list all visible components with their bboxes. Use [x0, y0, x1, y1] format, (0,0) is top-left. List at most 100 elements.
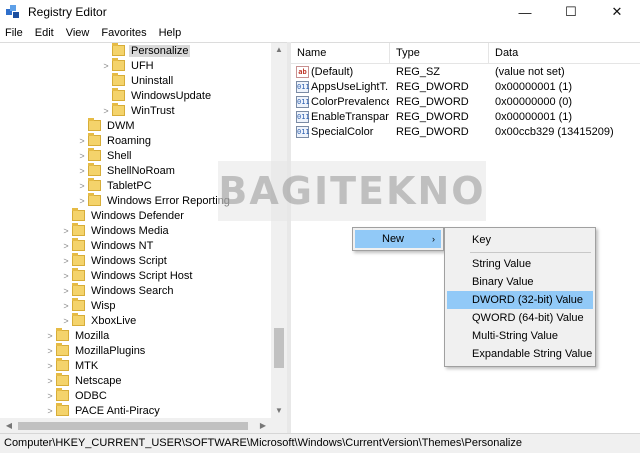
expand-icon[interactable]: >	[60, 316, 72, 326]
value-row[interactable]: 011 ColorPrevalence REG_DWORD 0x00000000…	[291, 95, 640, 110]
tree-item-windows-error-reporting[interactable]: > Windows Error Reporting	[76, 193, 232, 208]
expand-icon[interactable]: >	[76, 151, 88, 161]
submenu-multi-string-value[interactable]: Multi-String Value	[447, 327, 593, 345]
expand-icon[interactable]: >	[100, 106, 112, 116]
folder-icon	[56, 388, 69, 401]
tree-item-roaming[interactable]: > Roaming	[76, 133, 153, 148]
scroll-thumb[interactable]	[274, 328, 284, 368]
scroll-right-icon[interactable]: ▶	[256, 418, 270, 433]
column-header-data[interactable]: Data	[489, 43, 640, 64]
tree-item-mozillaplugins[interactable]: > MozillaPlugins	[44, 343, 147, 358]
tree-item-mtk[interactable]: > MTK	[44, 358, 100, 373]
close-button[interactable]: ✕	[594, 0, 640, 24]
folder-icon	[72, 313, 85, 326]
folder-icon	[112, 103, 125, 116]
folder-icon	[72, 298, 85, 311]
title-bar: Registry Editor — ☐ ✕	[0, 0, 640, 24]
value-row[interactable]: 011 SpecialColor REG_DWORD 0x00ccb329 (1…	[291, 125, 640, 140]
tree-item-windows-search[interactable]: > Windows Search	[60, 283, 176, 298]
dword-value-icon: 011	[296, 96, 310, 108]
tree-item-pace-anti-piracy[interactable]: > PACE Anti-Piracy	[44, 403, 162, 418]
dword-value-icon: 011	[296, 126, 310, 138]
folder-icon	[88, 178, 101, 191]
expand-icon[interactable]: >	[44, 346, 56, 356]
folder-icon	[72, 208, 85, 221]
expand-icon[interactable]: >	[60, 226, 72, 236]
menu-favorites[interactable]: Favorites	[96, 27, 153, 39]
expand-icon[interactable]: >	[76, 166, 88, 176]
expand-icon[interactable]: >	[44, 391, 56, 401]
menu-help[interactable]: Help	[154, 27, 189, 39]
tree-item-windows-defender[interactable]: Windows Defender	[60, 208, 186, 223]
menu-edit[interactable]: Edit	[30, 27, 61, 39]
value-row[interactable]: ab (Default) REG_SZ (value not set)	[291, 65, 640, 80]
submenu-dword-value[interactable]: DWORD (32-bit) Value	[447, 291, 593, 309]
expand-icon[interactable]: >	[44, 376, 56, 386]
expand-icon[interactable]: >	[60, 271, 72, 281]
expand-icon[interactable]: >	[60, 241, 72, 251]
expand-icon[interactable]: >	[76, 181, 88, 191]
registry-tree[interactable]: Personalize > UFH Uninstall WindowsUpdat…	[0, 42, 287, 433]
folder-icon	[112, 58, 125, 71]
tree-item-windows-script[interactable]: > Windows Script	[60, 253, 169, 268]
tree-item-shellnoroam[interactable]: > ShellNoRoam	[76, 163, 177, 178]
tree-item-windowsupdate[interactable]: WindowsUpdate	[100, 88, 213, 103]
submenu-expandable-string-value[interactable]: Expandable String Value	[447, 345, 593, 363]
folder-icon	[72, 238, 85, 251]
tree-item-windows-media[interactable]: > Windows Media	[60, 223, 171, 238]
tree-item-shell[interactable]: > Shell	[76, 148, 133, 163]
scroll-up-icon[interactable]: ▲	[271, 43, 287, 57]
tree-item-netscape[interactable]: > Netscape	[44, 373, 123, 388]
menu-bar: File Edit View Favorites Help	[0, 24, 640, 42]
menu-view[interactable]: View	[61, 27, 97, 39]
expand-icon[interactable]: >	[100, 61, 112, 71]
folder-icon	[72, 253, 85, 266]
tree-item-ufh[interactable]: > UFH	[100, 58, 156, 73]
minimize-button[interactable]: —	[502, 0, 548, 24]
scroll-down-icon[interactable]: ▼	[271, 404, 287, 418]
expand-icon[interactable]: >	[76, 136, 88, 146]
tree-item-odbc[interactable]: > ODBC	[44, 388, 109, 403]
folder-icon	[72, 223, 85, 236]
tree-item-uninstall[interactable]: Uninstall	[100, 73, 175, 88]
submenu-string-value[interactable]: String Value	[447, 255, 593, 273]
expand-icon[interactable]: >	[44, 406, 56, 416]
tree-horizontal-scrollbar[interactable]: ◀ ▶	[0, 418, 287, 433]
window-title: Registry Editor	[28, 5, 107, 19]
folder-icon	[112, 43, 125, 56]
tree-vertical-scrollbar[interactable]: ▲ ▼	[271, 43, 287, 418]
tree-item-mozilla[interactable]: > Mozilla	[44, 328, 111, 343]
maximize-button[interactable]: ☐	[548, 0, 594, 24]
column-header-name[interactable]: Name	[291, 43, 390, 64]
folder-icon	[88, 118, 101, 131]
expand-icon[interactable]: >	[76, 196, 88, 206]
tree-item-windows-nt[interactable]: > Windows NT	[60, 238, 155, 253]
menu-file[interactable]: File	[0, 27, 30, 39]
submenu-key[interactable]: Key	[447, 231, 593, 249]
tree-item-wintrust[interactable]: > WinTrust	[100, 103, 177, 118]
submenu-arrow-icon: ›	[432, 234, 435, 244]
expand-icon[interactable]: >	[60, 256, 72, 266]
tree-item-personalize[interactable]: Personalize	[100, 43, 191, 58]
menu-separator	[470, 252, 591, 253]
scroll-left-icon[interactable]: ◀	[2, 418, 16, 433]
folder-icon	[56, 373, 69, 386]
tree-item-xboxlive[interactable]: > XboxLive	[60, 313, 138, 328]
tree-item-wisp[interactable]: > Wisp	[60, 298, 117, 313]
expand-icon[interactable]: >	[60, 301, 72, 311]
expand-icon[interactable]: >	[44, 331, 56, 341]
submenu-binary-value[interactable]: Binary Value	[447, 273, 593, 291]
value-row[interactable]: 011 AppsUseLightT... REG_DWORD 0x0000000…	[291, 80, 640, 95]
expand-icon[interactable]: >	[44, 361, 56, 371]
scroll-thumb[interactable]	[18, 422, 248, 430]
tree-item-tabletpc[interactable]: > TabletPC	[76, 178, 154, 193]
tree-item-dwm[interactable]: DWM	[76, 118, 137, 133]
submenu-qword-value[interactable]: QWORD (64-bit) Value	[447, 309, 593, 327]
tree-item-windows-script-host[interactable]: > Windows Script Host	[60, 268, 194, 283]
folder-icon	[56, 343, 69, 356]
context-menu-new[interactable]: New ›	[355, 230, 441, 248]
column-header-type[interactable]: Type	[390, 43, 489, 64]
value-row[interactable]: 011 EnableTranspar... REG_DWORD 0x000000…	[291, 110, 640, 125]
expand-icon[interactable]: >	[60, 286, 72, 296]
dword-value-icon: 011	[296, 81, 310, 93]
